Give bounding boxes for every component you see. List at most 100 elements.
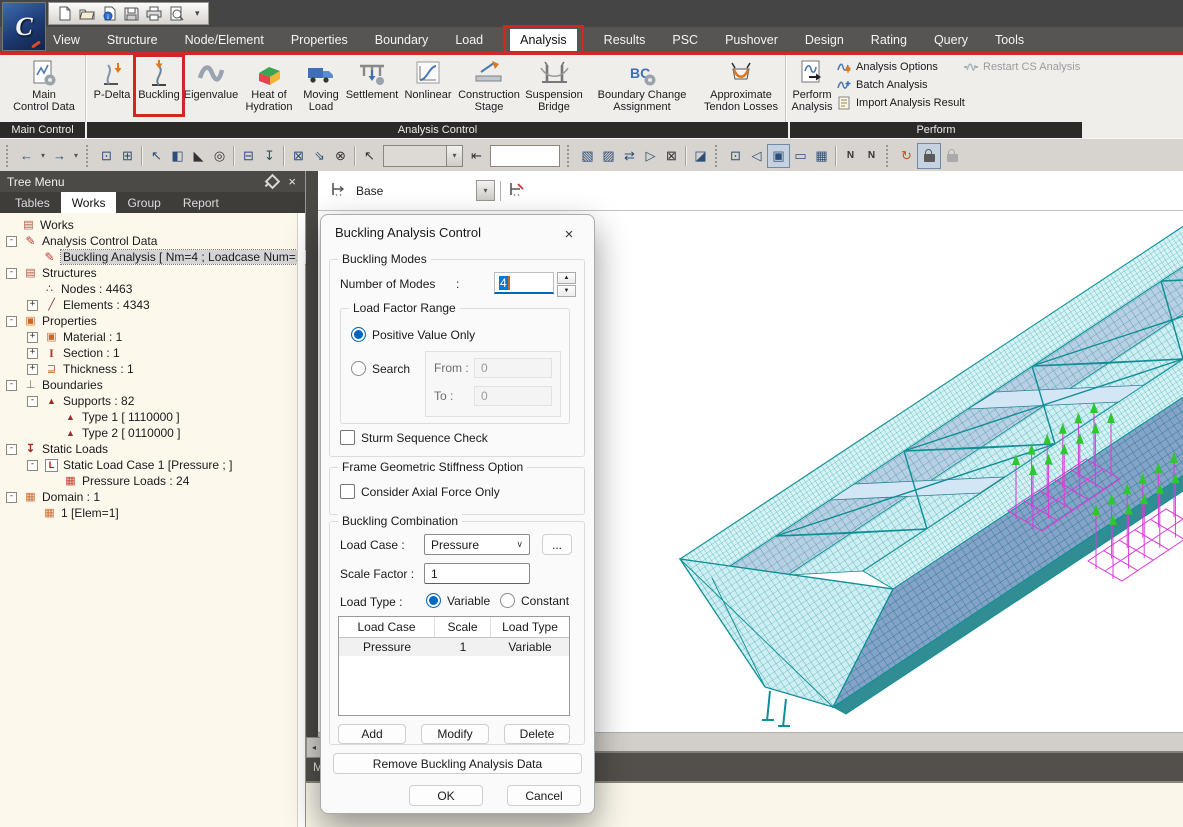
tree-item-domain-1[interactable]: ▦1 [Elem=1] <box>0 505 305 521</box>
ok-button[interactable]: OK <box>409 785 483 806</box>
tree-item-support-type1[interactable]: ▲Type 1 [ 1110000 ] <box>0 409 305 425</box>
tab-report[interactable]: Report <box>172 192 230 213</box>
tree-expander[interactable]: - <box>6 492 17 503</box>
remove-buckling-analysis-data-button[interactable]: Remove Buckling Analysis Data <box>333 753 582 774</box>
from-field[interactable]: 0 <box>474 358 552 378</box>
table-row[interactable]: Pressure 1 Variable <box>339 638 569 656</box>
tree-expander[interactable]: - <box>6 444 17 455</box>
variable-radio[interactable]: Variable <box>426 593 490 608</box>
pin-icon[interactable] <box>265 174 281 190</box>
unlock-model-button[interactable] <box>917 143 941 169</box>
render-view-button[interactable]: ▦ <box>811 145 832 167</box>
node-number-button[interactable]: N <box>840 145 861 167</box>
select-intersect-button[interactable]: ◎ <box>209 145 230 167</box>
dialog-close-icon[interactable]: × <box>554 221 584 247</box>
tree-expander[interactable]: - <box>27 460 38 471</box>
activate-all-button[interactable]: ▷ <box>640 145 661 167</box>
lock-model-button[interactable] <box>941 144 963 168</box>
unselect-all-button[interactable]: ⊗ <box>330 145 351 167</box>
tab-tables[interactable]: Tables <box>4 192 61 213</box>
tree-item-material[interactable]: +▣Material : 1 <box>0 329 305 345</box>
rotate-left-button[interactable]: ◁ <box>746 145 767 167</box>
main-control-data-button[interactable]: Main Control Data <box>4 55 84 122</box>
zoom-fit-button[interactable]: ◪ <box>690 145 711 167</box>
undo-caret-icon[interactable]: ▾ <box>37 145 49 167</box>
select-single-button[interactable]: ↖ <box>146 145 167 167</box>
activate-reverse-button[interactable]: ⇄ <box>619 145 640 167</box>
tree-item-structures[interactable]: -▤Structures <box>0 265 305 281</box>
tree-item-buckling-analysis[interactable]: ✎Buckling Analysis [ Nm=4 ; Loadcase Num… <box>0 249 305 265</box>
refresh-button[interactable]: ↻ <box>896 145 917 167</box>
select-window-button[interactable]: ◧ <box>167 145 188 167</box>
delete-button[interactable]: Delete <box>504 724 570 744</box>
analysis-options-button[interactable]: Analysis Options <box>836 60 965 74</box>
menu-results[interactable]: Results <box>604 33 646 47</box>
open-file-icon[interactable] <box>79 6 95 21</box>
pointer-button[interactable]: ↖ <box>359 145 380 167</box>
tree-expander[interactable]: - <box>6 316 17 327</box>
tree-expander[interactable]: - <box>6 380 17 391</box>
tab-works[interactable]: Works <box>61 192 117 213</box>
tree-item-analysis-control-data[interactable]: -✎Analysis Control Data <box>0 233 305 249</box>
menu-load[interactable]: Load <box>455 33 483 47</box>
element-table-button[interactable]: ⊞ <box>117 145 138 167</box>
deactivate-button[interactable]: ▨ <box>598 145 619 167</box>
element-number-button[interactable]: N <box>861 145 882 167</box>
tree-item-works[interactable]: ▤Works <box>0 217 305 233</box>
constant-radio[interactable]: Constant <box>500 593 569 608</box>
activate-identity-button[interactable]: ⊠ <box>661 145 682 167</box>
tree-item-static-loads[interactable]: -↧Static Loads <box>0 441 305 457</box>
tree-item-support-type2[interactable]: ▲Type 2 [ 0110000 ] <box>0 425 305 441</box>
tree-expander[interactable]: - <box>6 236 17 247</box>
undo-view-button[interactable]: ← <box>16 145 37 167</box>
spin-down-icon[interactable]: ▼ <box>557 285 576 297</box>
load-case-combobox[interactable]: Pressure∨ <box>424 534 530 555</box>
settlement-button[interactable]: Settlement <box>344 55 400 122</box>
print-icon[interactable] <box>146 6 162 21</box>
scale-factor-field[interactable]: 1 <box>424 563 530 584</box>
tree-expander[interactable]: - <box>6 268 17 279</box>
sturm-sequence-checkbox[interactable]: Sturm Sequence Check <box>340 430 488 445</box>
restart-cs-analysis-button[interactable]: Restart CS Analysis <box>963 60 1080 74</box>
print-preview-icon[interactable] <box>169 6 184 21</box>
tree-item-supports[interactable]: -▲Supports : 82 <box>0 393 305 409</box>
tree-item-nodes[interactable]: ∴Nodes : 4463 <box>0 281 305 297</box>
initial-view-button[interactable]: ⊡ <box>725 145 746 167</box>
tree-item-boundaries[interactable]: -⊥Boundaries <box>0 377 305 393</box>
new-file-icon[interactable] <box>57 6 72 21</box>
to-field[interactable]: 0 <box>474 386 552 406</box>
approximate-tendon-losses-button[interactable]: Approximate Tendon Losses <box>698 55 784 122</box>
number-of-modes-stepper[interactable]: 4 ▲ ▼ <box>494 272 576 297</box>
qat-dropdown-icon[interactable]: ▾ <box>195 8 200 19</box>
heat-of-hydration-button[interactable]: Heat of Hydration <box>240 55 298 122</box>
import-analysis-result-button[interactable]: Import Analysis Result <box>836 96 965 110</box>
suspension-bridge-button[interactable]: Suspension Bridge <box>522 55 586 122</box>
number-of-modes-field[interactable]: 4 <box>494 272 554 294</box>
menu-design[interactable]: Design <box>805 33 844 47</box>
tab-group[interactable]: Group <box>116 192 171 213</box>
tree-item-static-load-case[interactable]: -LStatic Load Case 1 [Pressure ; ] <box>0 457 305 473</box>
eigenvalue-button[interactable]: Eigenvalue <box>182 55 240 122</box>
search-radio[interactable]: Search <box>351 361 410 376</box>
menu-view[interactable]: View <box>53 33 80 47</box>
menu-analysis-active[interactable]: Analysis <box>510 29 577 51</box>
select-previous-button[interactable]: ⊟ <box>238 145 259 167</box>
select-polygon-button[interactable]: ◣ <box>188 145 209 167</box>
select-all-button[interactable]: ⊠ <box>288 145 309 167</box>
tree-item-pressure-loads[interactable]: ▦Pressure Loads : 24 <box>0 473 305 489</box>
select-type-combobox[interactable]: ▾ <box>383 145 463 167</box>
unselect-window-button[interactable]: ⇘ <box>309 145 330 167</box>
stage-dropdown-icon[interactable]: ▾ <box>476 180 495 201</box>
menu-properties[interactable]: Properties <box>291 33 348 47</box>
browse-load-cases-button[interactable]: ... <box>542 534 572 555</box>
tree-expander[interactable]: + <box>27 332 38 343</box>
p-delta-button[interactable]: P-Delta <box>88 55 136 122</box>
nonlinear-button[interactable]: Nonlinear <box>400 55 456 122</box>
save-icon[interactable] <box>124 6 139 21</box>
menu-structure[interactable]: Structure <box>107 33 158 47</box>
tree-expander[interactable]: - <box>27 396 38 407</box>
menu-rating[interactable]: Rating <box>871 33 907 47</box>
tree-item-elements[interactable]: +╱Elements : 4343 <box>0 297 305 313</box>
tree-expander[interactable]: + <box>27 348 38 359</box>
buckling-button[interactable]: Buckling <box>136 55 182 122</box>
